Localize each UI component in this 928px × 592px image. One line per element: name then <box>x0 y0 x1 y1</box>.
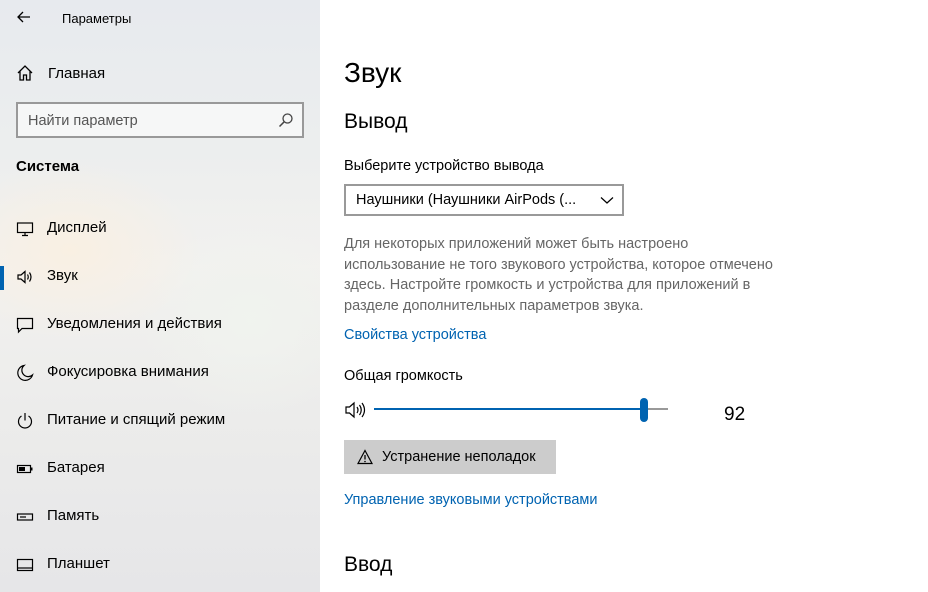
sidebar-item-label: Уведомления и действия <box>47 315 222 332</box>
app-title: Параметры <box>62 11 132 26</box>
page-title: Звук <box>344 57 402 88</box>
section-title: Система <box>16 158 80 175</box>
sidebar: Параметры Главная Найти параметр Система… <box>0 0 320 592</box>
sidebar-item-label: Главная <box>48 65 106 82</box>
sidebar-item-label: Звук <box>47 267 78 284</box>
tablet-icon <box>16 558 34 572</box>
home-icon <box>17 65 33 81</box>
sidebar-item-label: Память <box>47 507 100 524</box>
device-properties-link[interactable]: Свойства устройства <box>344 327 486 343</box>
storage-icon <box>16 513 34 521</box>
search-input[interactable]: Найти параметр <box>16 102 304 138</box>
sidebar-item-battery[interactable]: Батарея <box>0 446 320 494</box>
sidebar-item-label: Питание и спящий режим <box>47 411 226 428</box>
content-pane: Звук Вывод Выберите устройство вывода На… <box>320 0 928 592</box>
sidebar-item-label: Дисплей <box>47 219 107 236</box>
input-heading: Ввод <box>344 553 393 576</box>
chevron-down-icon <box>600 197 614 204</box>
sidebar-item-home[interactable]: Главная <box>0 56 320 90</box>
sidebar-item-focus-assist[interactable]: Фокусировка внимания <box>0 350 320 398</box>
volume-value: 92 <box>724 404 746 425</box>
sidebar-item-display[interactable]: Дисплей <box>0 206 320 254</box>
troubleshoot-label: Устранение неполадок <box>382 449 536 465</box>
search-placeholder: Найти параметр <box>28 113 138 129</box>
manage-sound-devices-link[interactable]: Управление звуковыми устройствами <box>344 492 597 508</box>
search-icon <box>278 113 293 128</box>
sidebar-item-label: Планшет <box>47 555 110 572</box>
sidebar-item-sound[interactable]: Звук <box>0 254 320 302</box>
output-description: Для некоторых приложений может быть наст… <box>344 236 773 314</box>
sidebar-nav: Дисплей Звук Уведомления и действия Фоку… <box>0 206 320 590</box>
back-button[interactable] <box>10 4 38 30</box>
output-device-select[interactable]: Наушники (Наушники AirPods (... <box>344 184 624 216</box>
monitor-icon <box>16 222 34 237</box>
sidebar-item-notifications[interactable]: Уведомления и действия <box>0 302 320 350</box>
battery-icon <box>16 464 33 474</box>
volume-slider-track[interactable] <box>374 408 668 410</box>
speaker-icon <box>17 270 32 284</box>
sidebar-item-storage[interactable]: Память <box>0 494 320 542</box>
notification-icon <box>16 317 34 334</box>
output-device-value: Наушники (Наушники AirPods (... <box>356 192 577 208</box>
warning-icon <box>357 449 373 465</box>
output-heading: Вывод <box>344 110 408 133</box>
volume-slider-thumb[interactable] <box>640 398 649 422</box>
selection-indicator <box>0 266 4 290</box>
sidebar-item-power[interactable]: Питание и спящий режим <box>0 398 320 446</box>
master-volume-label: Общая громкость <box>344 368 463 384</box>
power-icon <box>17 413 33 429</box>
volume-slider-fill <box>374 408 645 410</box>
sidebar-item-label: Фокусировка внимания <box>47 363 209 380</box>
title-bar: Параметры <box>0 0 320 36</box>
moon-icon <box>17 364 34 381</box>
sidebar-item-label: Батарея <box>47 459 105 476</box>
back-arrow-icon <box>17 11 30 23</box>
speaker-volume-icon[interactable] <box>344 401 368 419</box>
sidebar-item-tablet[interactable]: Планшет <box>0 542 320 590</box>
troubleshoot-button[interactable]: Устранение неполадок <box>344 440 556 474</box>
output-device-label: Выберите устройство вывода <box>344 158 544 174</box>
